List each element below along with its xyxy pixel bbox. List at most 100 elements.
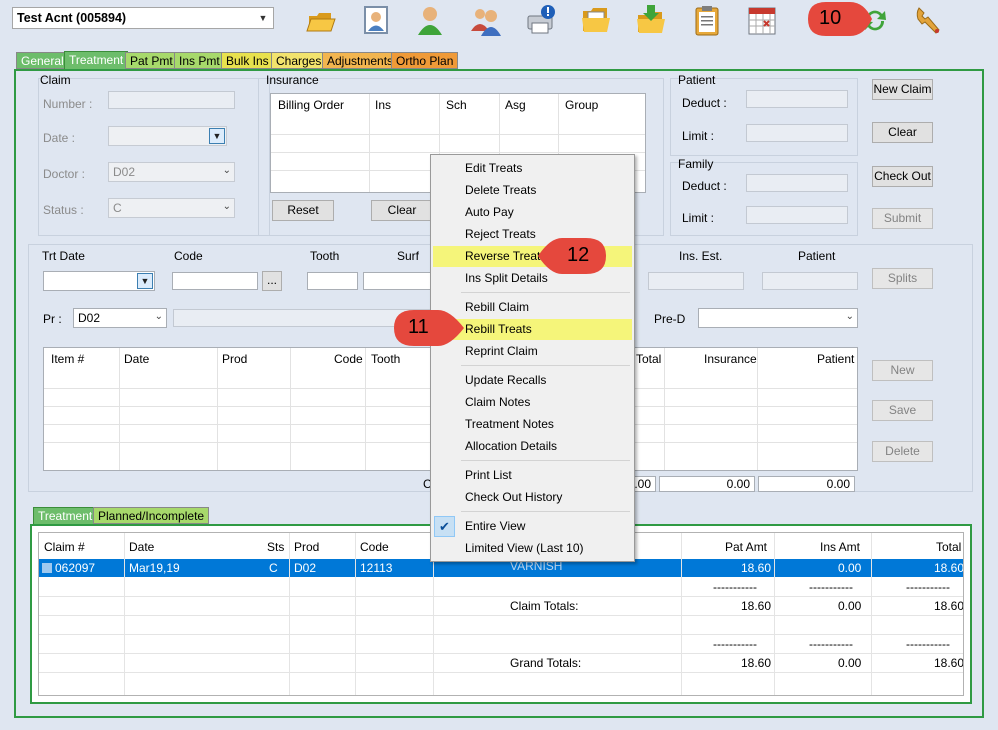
menu-item-update-recalls[interactable]: Update Recalls — [433, 370, 632, 391]
menu-item-check-out-history[interactable]: Check Out History — [433, 487, 632, 508]
trt-date-picker[interactable]: ▼ — [43, 271, 155, 291]
menu-separator — [461, 365, 630, 366]
chevron-down-icon[interactable]: ▼ — [256, 11, 270, 25]
menu-item-auto-pay[interactable]: Auto Pay — [433, 202, 632, 223]
trt-date-label: Trt Date — [42, 249, 85, 263]
clear-button[interactable]: Clear — [872, 122, 933, 143]
insurance-reset-button[interactable]: Reset — [272, 200, 334, 221]
grid-divider — [39, 615, 963, 616]
chevron-down-icon[interactable]: ⌄ — [846, 311, 854, 322]
claim-doctor-select: D02 ⌄ — [108, 162, 235, 182]
grid-divider — [271, 152, 645, 153]
download-folder-icon[interactable] — [634, 3, 668, 37]
submit-button[interactable]: Submit — [872, 208, 933, 229]
tab-bulk-ins[interactable]: Bulk Ins — [221, 52, 274, 69]
menu-item-claim-notes[interactable]: Claim Notes — [433, 392, 632, 413]
account-select[interactable]: Test Acnt (005894) ▼ — [12, 7, 274, 29]
chevron-down-icon: ⌄ — [222, 201, 231, 212]
grid-divider — [39, 596, 963, 597]
column-header: Group — [565, 98, 599, 112]
grid-divider — [271, 134, 645, 135]
separator-dashes: ----------- — [713, 580, 757, 594]
pre-d-select[interactable]: ⌄ — [698, 308, 858, 328]
separator-dashes: ----------- — [809, 637, 853, 651]
printer-alert-icon[interactable] — [524, 3, 558, 37]
column-header: Tooth — [371, 352, 401, 366]
column-header: Pat Amt — [725, 540, 768, 554]
menu-item-entire-view[interactable]: Entire View — [433, 516, 632, 537]
family-deduct-label: Deduct : — [682, 179, 727, 193]
separator-dashes: ----------- — [713, 637, 757, 651]
tab-planned-incomplete[interactable]: Planned/Incomplete — [93, 507, 210, 524]
grid-divider — [774, 533, 775, 695]
provider-value: D02 — [78, 311, 101, 325]
tab-adjustments[interactable]: Adjustments — [322, 52, 399, 69]
person-icon[interactable] — [413, 3, 447, 37]
menu-item-allocation-details[interactable]: Allocation Details — [433, 436, 632, 457]
calendar-dropdown-icon[interactable]: ▼ — [137, 273, 153, 289]
grid-divider — [681, 533, 682, 695]
calendar-icon[interactable] — [745, 3, 779, 37]
column-header: Insurance — [704, 352, 757, 366]
files-icon[interactable] — [579, 3, 613, 37]
check-out-button[interactable]: Check Out — [872, 166, 933, 187]
callout-number: 11 — [408, 316, 429, 338]
insurance-group-title: Insurance — [266, 73, 319, 87]
surf-label: Surf — [397, 249, 420, 263]
ins-est-field — [648, 272, 744, 290]
claim-number-label: Number : — [43, 97, 93, 111]
claim-doctor-label: Doctor : — [43, 167, 86, 181]
chevron-down-icon[interactable]: ⌄ — [155, 311, 163, 322]
column-header: Prod — [294, 540, 320, 554]
column-header: Sts — [267, 540, 285, 554]
column-header: Code — [334, 352, 363, 366]
code-input[interactable] — [172, 272, 258, 290]
tab-pat-pmt[interactable]: Pat Pmt — [125, 52, 178, 69]
patient-limit-label: Limit : — [682, 129, 715, 143]
column-header: Claim # — [44, 540, 85, 554]
tab-treatment[interactable]: Treatment — [64, 51, 129, 70]
menu-item-limited-view[interactable]: Limited View (Last 10) — [433, 538, 632, 559]
folder-open-icon[interactable] — [304, 3, 338, 37]
grid-divider — [871, 533, 872, 695]
patient-portrait-icon[interactable] — [359, 3, 393, 37]
tab-ortho-plan[interactable]: Ortho Plan — [391, 52, 459, 69]
tab-general[interactable]: General — [16, 52, 69, 69]
clipboard-icon[interactable] — [690, 3, 724, 37]
column-header: Prod — [222, 352, 248, 366]
column-header: Total — [936, 540, 962, 554]
menu-item-treatment-notes[interactable]: Treatment Notes — [433, 414, 632, 435]
tab-ins-pmt[interactable]: Ins Pmt — [174, 52, 225, 69]
grid-divider — [369, 94, 370, 192]
grid-divider — [39, 653, 963, 654]
prod-cell: D02 — [294, 561, 317, 575]
family-icon[interactable] — [469, 3, 503, 37]
total-cell: 18.60 — [934, 561, 964, 575]
menu-item-edit-treats[interactable]: Edit Treats — [433, 158, 632, 179]
family-group-title: Family — [678, 157, 714, 171]
grand-totals-total: 18.60 — [934, 656, 964, 670]
code-browse-button[interactable]: ... — [262, 271, 282, 291]
separator-dashes: ----------- — [906, 580, 950, 594]
row-selector[interactable] — [42, 563, 52, 573]
new-claim-button[interactable]: New Claim — [872, 79, 933, 100]
surf-input[interactable] — [363, 272, 433, 290]
tab-treatment-history[interactable]: Treatment — [33, 507, 98, 525]
tooth-input[interactable] — [307, 272, 358, 290]
wrench-icon[interactable] — [912, 3, 946, 37]
callout-number: 10 — [819, 7, 842, 29]
insurance-clear-button[interactable]: Clear — [371, 200, 433, 221]
column-header: Date — [124, 352, 150, 366]
grand-totals-pat-amt: 18.60 — [741, 656, 772, 670]
provider-select[interactable]: D02 ⌄ — [73, 308, 167, 328]
grand-totals-label: Grand Totals: — [510, 656, 582, 670]
tab-charges[interactable]: Charges — [271, 52, 327, 69]
patient-deduct-label: Deduct : — [682, 96, 727, 110]
column-header: Date — [129, 540, 155, 554]
claim-date-picker: ▼ — [108, 126, 227, 146]
menu-item-print-list[interactable]: Print List — [433, 465, 632, 486]
patient-group-title: Patient — [678, 73, 716, 87]
grid-divider — [664, 348, 665, 470]
family-limit-label: Limit : — [682, 211, 715, 225]
menu-item-delete-treats[interactable]: Delete Treats — [433, 180, 632, 201]
